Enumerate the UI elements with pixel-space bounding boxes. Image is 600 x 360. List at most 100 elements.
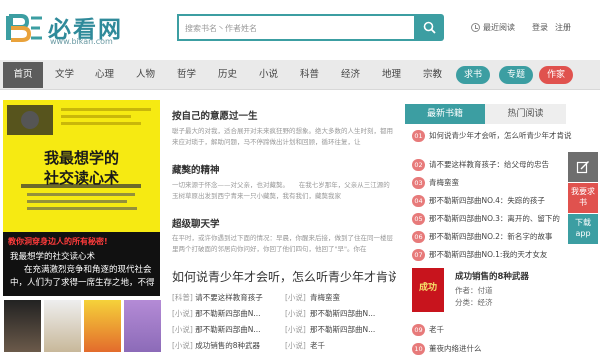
rank-item[interactable]: 01 如何说青少年才会听，怎么听青少年才肯说	[412, 130, 572, 142]
cover-caption-text-2: 中，人们为了求得一席生存之地，不得	[10, 278, 155, 288]
featured-article-title[interactable]: 如何说青少年才会听，怎么听青少年才肯说	[172, 268, 396, 285]
clock-icon	[471, 23, 480, 32]
login-link[interactable]: 登录	[532, 22, 548, 33]
rank-title: 董夜内络进什么	[429, 344, 482, 353]
nav-item-home[interactable]: 首页	[3, 62, 43, 88]
rank-title: 那不勒斯四部曲NO.1:我的天才女友	[429, 250, 548, 259]
rank-title: 那不勒斯四部曲NO.3：离开的、留下的	[429, 214, 560, 223]
rank-title: 请不要这样教育孩子：给父母的忠告	[429, 160, 549, 169]
article-summary-3: 在平时，或许你遇到过下面的情况：早晨，你醒来后接，做到了住在同一楼层里两个打破面…	[172, 234, 393, 253]
article-title-2[interactable]: 藏獒的精神	[172, 162, 220, 176]
nav-item-geography[interactable]: 地理	[382, 60, 401, 90]
search-icon	[423, 21, 436, 34]
rank-number: 05	[412, 213, 425, 225]
search-button[interactable]	[414, 14, 444, 41]
list-tag[interactable]: [小说]	[172, 341, 193, 350]
logo-url: www.bikan.com	[50, 37, 113, 46]
cover-title-line-2: 社交读心术	[43, 169, 119, 187]
list-link[interactable]: 青梅蛮蛮	[310, 292, 340, 303]
rank-item[interactable]: 04 那不勒斯四部曲NO.4：失踪的孩子	[412, 195, 572, 207]
book-thumb-2[interactable]	[44, 300, 81, 352]
featured-book-cover[interactable]: 成功	[412, 268, 444, 312]
nav-item-science[interactable]: 科普	[300, 60, 319, 90]
cover-caption-title: 我最想学的社交读心术	[10, 252, 96, 262]
list-tag[interactable]: [小说]	[172, 325, 193, 334]
rank-number: 03	[412, 177, 425, 189]
list-tag[interactable]: [小说]	[285, 308, 306, 319]
book-thumb-4[interactable]	[124, 300, 161, 352]
rank-item[interactable]: 05 那不勒斯四部曲NO.3：离开的、留下的	[412, 213, 572, 225]
rank-number: 02	[412, 159, 425, 171]
edit-button[interactable]	[568, 152, 598, 182]
rank-title: 青梅蛮蛮	[429, 178, 459, 187]
list-link[interactable]: 那不勒斯四部曲N...	[195, 309, 260, 318]
logo-icon[interactable]	[5, 14, 43, 42]
book-thumb-1[interactable]	[4, 300, 41, 352]
list-link[interactable]: 老千	[310, 340, 325, 351]
nav-item-philosophy[interactable]: 哲学	[177, 60, 196, 90]
recent-reading-link[interactable]: 最近阅读	[471, 22, 515, 33]
featured-book-author: 作者：付道	[455, 286, 493, 295]
download-app-button[interactable]: 下载app	[568, 214, 598, 244]
featured-book-category: 分类：经济	[455, 298, 493, 307]
cover-title-line-1: 我最想学的	[43, 149, 119, 167]
register-link[interactable]: 注册	[555, 22, 571, 33]
list-item: [科普] 请不要这样教育孩子 [小说] 青梅蛮蛮	[172, 292, 400, 307]
rank-item[interactable]: 10 董夜内络进什么	[412, 343, 572, 355]
cover-title: 我最想学的 社交读心术	[3, 148, 160, 188]
rank-item[interactable]: 06 那不勒斯四部曲NO.2：新名字的故事	[412, 231, 572, 243]
rank-item[interactable]: 09 老千	[412, 324, 572, 336]
list-link[interactable]: 请不要这样教育孩子	[195, 293, 263, 302]
rank-item[interactable]: 07 那不勒斯四部曲NO.1:我的天才女友	[412, 249, 572, 261]
rank-item[interactable]: 03 青梅蛮蛮	[412, 177, 572, 189]
rank-item[interactable]: 02 请不要这样教育孩子：给父母的忠告	[412, 159, 572, 171]
article-title-3[interactable]: 超级聊天学	[172, 216, 220, 230]
rank-number: 10	[412, 343, 425, 355]
rank-title: 那不勒斯四部曲NO.4：失踪的孩子	[429, 196, 545, 205]
list-tag[interactable]: [小说]	[285, 292, 306, 303]
cover-tagline: 教你洞穿身边人的所有秘密!	[8, 237, 108, 246]
book-thumb-3[interactable]	[84, 300, 121, 352]
search-input[interactable]: 搜索书名丶作者姓名	[177, 14, 414, 41]
request-book-button[interactable]: 求书	[456, 66, 490, 84]
topics-button[interactable]: 专题	[499, 66, 533, 84]
nav-item-people[interactable]: 人物	[136, 60, 155, 90]
rank-number: 06	[412, 231, 425, 243]
cover-caption[interactable]: 我最想学的社交读心术 在充满激烈竞争和角逐的现代社会 中，人们为了求得一席生存之…	[10, 251, 158, 290]
list-item: [小说] 那不勒斯四部曲N... [小说] 那不勒斯四部曲N...	[172, 308, 400, 323]
list-tag[interactable]: [小说]	[172, 309, 193, 318]
nav-item-history[interactable]: 历史	[218, 60, 237, 90]
list-item: [小说] 成功销售的8种武器 [小说] 老千	[172, 340, 400, 355]
authors-button[interactable]: 作家	[539, 66, 573, 84]
nav-item-economics[interactable]: 经济	[341, 60, 360, 90]
list-link[interactable]: 那不勒斯四部曲N...	[310, 308, 375, 319]
rank-number: 07	[412, 249, 425, 261]
nav-item-fiction[interactable]: 小说	[259, 60, 278, 90]
list-link[interactable]: 那不勒斯四部曲N...	[195, 325, 260, 334]
rank-title: 老千	[429, 325, 444, 334]
list-tag[interactable]: [小说]	[285, 324, 306, 335]
list-tag[interactable]: [科普]	[172, 293, 193, 302]
rank-number: 04	[412, 195, 425, 207]
featured-book-title[interactable]: 成功销售的8种武器	[455, 270, 529, 282]
list-link[interactable]: 那不勒斯四部曲N...	[310, 324, 375, 335]
article-summary-1: 聪子最大的对我，适合展开对未来疯狂野的想象。绝大多数的人生时刻，都用来应对琐于，…	[172, 127, 393, 146]
rank-title: 如何说青少年才会听，怎么听青少年才肯说	[429, 131, 572, 140]
tab-new-books[interactable]: 最新书籍	[405, 104, 485, 124]
list-tag[interactable]: [小说]	[285, 340, 306, 351]
article-title-1[interactable]: 按自己的意愿过一生	[172, 108, 258, 122]
rank-number: 09	[412, 324, 425, 336]
article-summary-2: 一切来源于怀念——对父亲，也对藏獒。 在我七岁那年，父亲从三江源的玉树草原出发到…	[172, 181, 390, 200]
edit-icon	[576, 161, 589, 174]
nav-item-psychology[interactable]: 心理	[95, 60, 114, 90]
rank-number: 01	[412, 130, 425, 142]
tab-hot-reading[interactable]: 热门阅读	[485, 104, 566, 124]
list-link[interactable]: 成功销售的8种武器	[195, 341, 260, 350]
cover-caption-text-1: 在充满激烈竞争和角逐的现代社会	[24, 265, 152, 275]
request-book-side-button[interactable]: 我要求书	[568, 183, 598, 213]
rank-title: 那不勒斯四部曲NO.2：新名字的故事	[429, 232, 553, 241]
nav-item-literature[interactable]: 文学	[55, 60, 74, 90]
nav-item-religion[interactable]: 宗教	[423, 60, 442, 90]
list-item: [小说] 那不勒斯四部曲N... [小说] 那不勒斯四部曲N...	[172, 324, 400, 339]
recent-reading-label: 最近阅读	[483, 23, 515, 32]
